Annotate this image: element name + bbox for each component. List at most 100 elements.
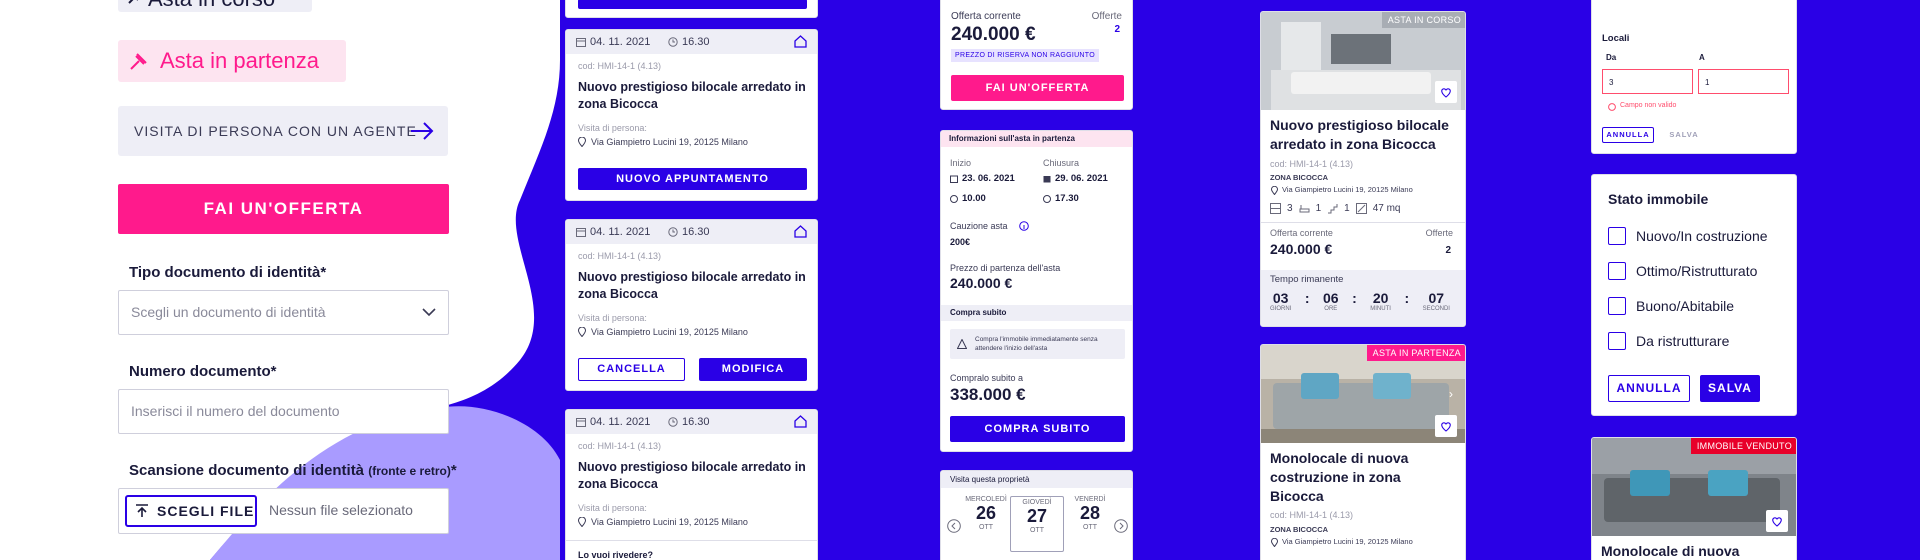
day-option[interactable]: VENERDÌ 28 OTT xyxy=(1065,496,1115,531)
listing-card[interactable]: ASTA IN PARTENZA › Monolocale di nuova c… xyxy=(1260,344,1466,560)
favorite-button[interactable] xyxy=(1435,81,1457,103)
countdown-timer: 03 GIORNI : 06 ORE : 20 MINUTI : 07 SECONDI xyxy=(1270,290,1450,312)
auction-info-header: Informazioni sull'asta in partenza xyxy=(941,131,1132,147)
appointment-card-partial xyxy=(565,0,818,18)
timer-seconds: 07 xyxy=(1428,290,1445,306)
listing-title[interactable]: Monolocale di nuova costruzione in zona … xyxy=(1270,449,1440,506)
timer-label: GIORNI xyxy=(1270,306,1292,312)
cancel-appointment-button[interactable]: CANCELLA xyxy=(578,358,685,381)
checkbox[interactable] xyxy=(1608,297,1626,315)
offer-value: 240.000 € xyxy=(1270,241,1333,257)
visit-label: Visita di persona: xyxy=(578,313,647,323)
appointment-time: 16.30 xyxy=(682,416,710,428)
property-title[interactable]: Nuovo prestigioso bilocale arredato in z… xyxy=(578,79,808,113)
doc-number-input[interactable]: Inserisci il numero del documento xyxy=(118,389,449,434)
day-month: OTT xyxy=(1030,527,1044,534)
file-upload-field: SCEGLI FILE Nessun file selezionato xyxy=(118,488,449,534)
status-tag-label: Asta in partenza xyxy=(160,48,319,73)
upload-icon xyxy=(135,504,149,518)
choose-file-button[interactable]: SCEGLI FILE xyxy=(125,495,257,527)
cancel-small-button[interactable]: ANNULLA xyxy=(1602,127,1654,143)
checkbox[interactable] xyxy=(1608,227,1626,245)
cancel-button[interactable]: ANNULLA xyxy=(1608,375,1690,402)
location-pin-icon xyxy=(1271,186,1278,195)
gavel-icon xyxy=(128,50,150,72)
state-option[interactable]: Buono/Abitabile xyxy=(1608,297,1734,315)
property-photo: ASTA IN CORSO xyxy=(1261,12,1465,110)
doc-number-label: Numero documento* xyxy=(129,363,277,380)
new-appointment-button[interactable]: NUOVO APPUNTAMENTO xyxy=(578,168,807,190)
clock-icon xyxy=(668,417,678,427)
state-option[interactable]: Da ristrutturare xyxy=(1608,332,1729,350)
timer-label: MINUTI xyxy=(1370,306,1391,312)
current-offer-value: 240.000 € xyxy=(951,24,1036,45)
listing-code: cod: HMI-14-1 (4.13) xyxy=(1270,159,1354,169)
timer-separator: : xyxy=(1352,290,1357,306)
day-name: MERCOLEDÌ xyxy=(965,496,1007,503)
rooms-to-input[interactable]: 1 xyxy=(1698,69,1789,94)
favorite-button[interactable] xyxy=(1435,415,1457,437)
doc-number-placeholder: Inserisci il numero del documento xyxy=(131,403,340,419)
listing-title[interactable]: Nuovo prestigioso bilocale arredato in z… xyxy=(1270,116,1460,154)
end-time: 17.30 xyxy=(1055,193,1079,204)
sold-listing-card[interactable]: IMMOBILE VENDUTO Monolocale di nuova xyxy=(1591,437,1797,560)
partial-button[interactable] xyxy=(578,0,807,9)
gavel-icon xyxy=(126,0,142,6)
heart-icon xyxy=(1441,88,1451,98)
calendar-icon xyxy=(1043,175,1051,183)
save-small-button[interactable]: SALVA xyxy=(1662,127,1706,143)
to-label: A xyxy=(1699,53,1705,62)
checkbox[interactable] xyxy=(1608,262,1626,280)
home-icon[interactable] xyxy=(794,415,807,428)
day-month: OTT xyxy=(979,524,993,531)
rooms-count: 3 xyxy=(1287,203,1293,214)
home-icon[interactable] xyxy=(794,225,807,238)
calendar-icon xyxy=(950,175,958,183)
start-date: 23. 06. 2021 xyxy=(962,173,1015,184)
buy-now-price: 338.000 € xyxy=(950,385,1026,404)
heart-icon xyxy=(1441,422,1451,432)
save-button[interactable]: SALVA xyxy=(1700,375,1760,402)
property-code: cod: HMI-14-1 (4.13) xyxy=(578,251,662,261)
id-type-select[interactable]: Scegli un documento di identità xyxy=(118,290,449,335)
listing-card[interactable]: ASTA IN CORSO Nuovo prestigioso bilocale… xyxy=(1260,11,1466,327)
rooms-filter-title: Locali xyxy=(1602,33,1630,44)
property-title[interactable]: Nuovo prestigioso bilocale arredato in z… xyxy=(578,459,808,493)
deposit-value: 200€ xyxy=(950,237,971,247)
day-option-selected[interactable]: GIOVEDÌ 27 OTT xyxy=(1010,496,1064,552)
status-tag-asta-in-corso: Asta in corso xyxy=(118,0,312,12)
property-state-filter-card: Stato immobile Nuovo/In costruzione Otti… xyxy=(1591,174,1797,416)
countdown-panel: Tempo rimanente 03 GIORNI : 06 ORE : 20 MIN… xyxy=(1261,270,1465,326)
appointment-date: 04. 11. 2021 xyxy=(590,36,651,48)
state-option-label: Da ristrutturare xyxy=(1636,333,1730,349)
floor-number: 1 xyxy=(1344,203,1350,214)
day-option[interactable]: MERCOLEDÌ 26 OTT xyxy=(961,496,1011,531)
checkbox[interactable] xyxy=(1608,332,1626,350)
home-icon[interactable] xyxy=(794,35,807,48)
state-option[interactable]: Nuovo/In costruzione xyxy=(1608,227,1768,245)
buy-now-header: Compra subito xyxy=(941,305,1132,321)
area-value: 47 mq xyxy=(1372,203,1401,214)
offer-card: Offerta corrente Offerte 240.000 € 2 PRE… xyxy=(940,0,1133,110)
visit-with-agent-button[interactable]: VISITA DI PERSONA CON UN AGENTE xyxy=(118,106,448,156)
buy-now-button[interactable]: COMPRA SUBITO xyxy=(950,416,1125,442)
appointment-time: 16.30 xyxy=(682,36,710,48)
property-photo: ASTA IN PARTENZA › xyxy=(1261,345,1465,443)
chevron-right-icon[interactable]: › xyxy=(1449,387,1453,401)
edit-appointment-button[interactable]: MODIFICA xyxy=(699,358,807,381)
favorite-button[interactable] xyxy=(1766,510,1788,532)
day-month: OTT xyxy=(1083,524,1097,531)
chevron-right-icon[interactable] xyxy=(1114,519,1128,533)
listing-title[interactable]: Monolocale di nuova xyxy=(1601,542,1791,560)
listing-features: 3 1 1 47 mq xyxy=(1270,203,1400,214)
make-offer-button[interactable]: FAI UN'OFFERTA xyxy=(951,75,1124,101)
state-option[interactable]: Ottimo/Ristrutturato xyxy=(1608,262,1757,280)
property-title[interactable]: Nuovo prestigioso bilocale arredato in z… xyxy=(578,269,808,303)
rooms-from-input[interactable]: 3 xyxy=(1602,69,1693,94)
offers-count: 2 xyxy=(1114,24,1120,35)
chevron-left-icon[interactable] xyxy=(947,519,961,533)
current-offer-label: Offerta corrente xyxy=(951,11,1021,22)
make-offer-button[interactable]: FAI UN'OFFERTA xyxy=(118,184,449,234)
info-icon[interactable] xyxy=(1019,221,1029,231)
area-icon xyxy=(1355,203,1367,214)
